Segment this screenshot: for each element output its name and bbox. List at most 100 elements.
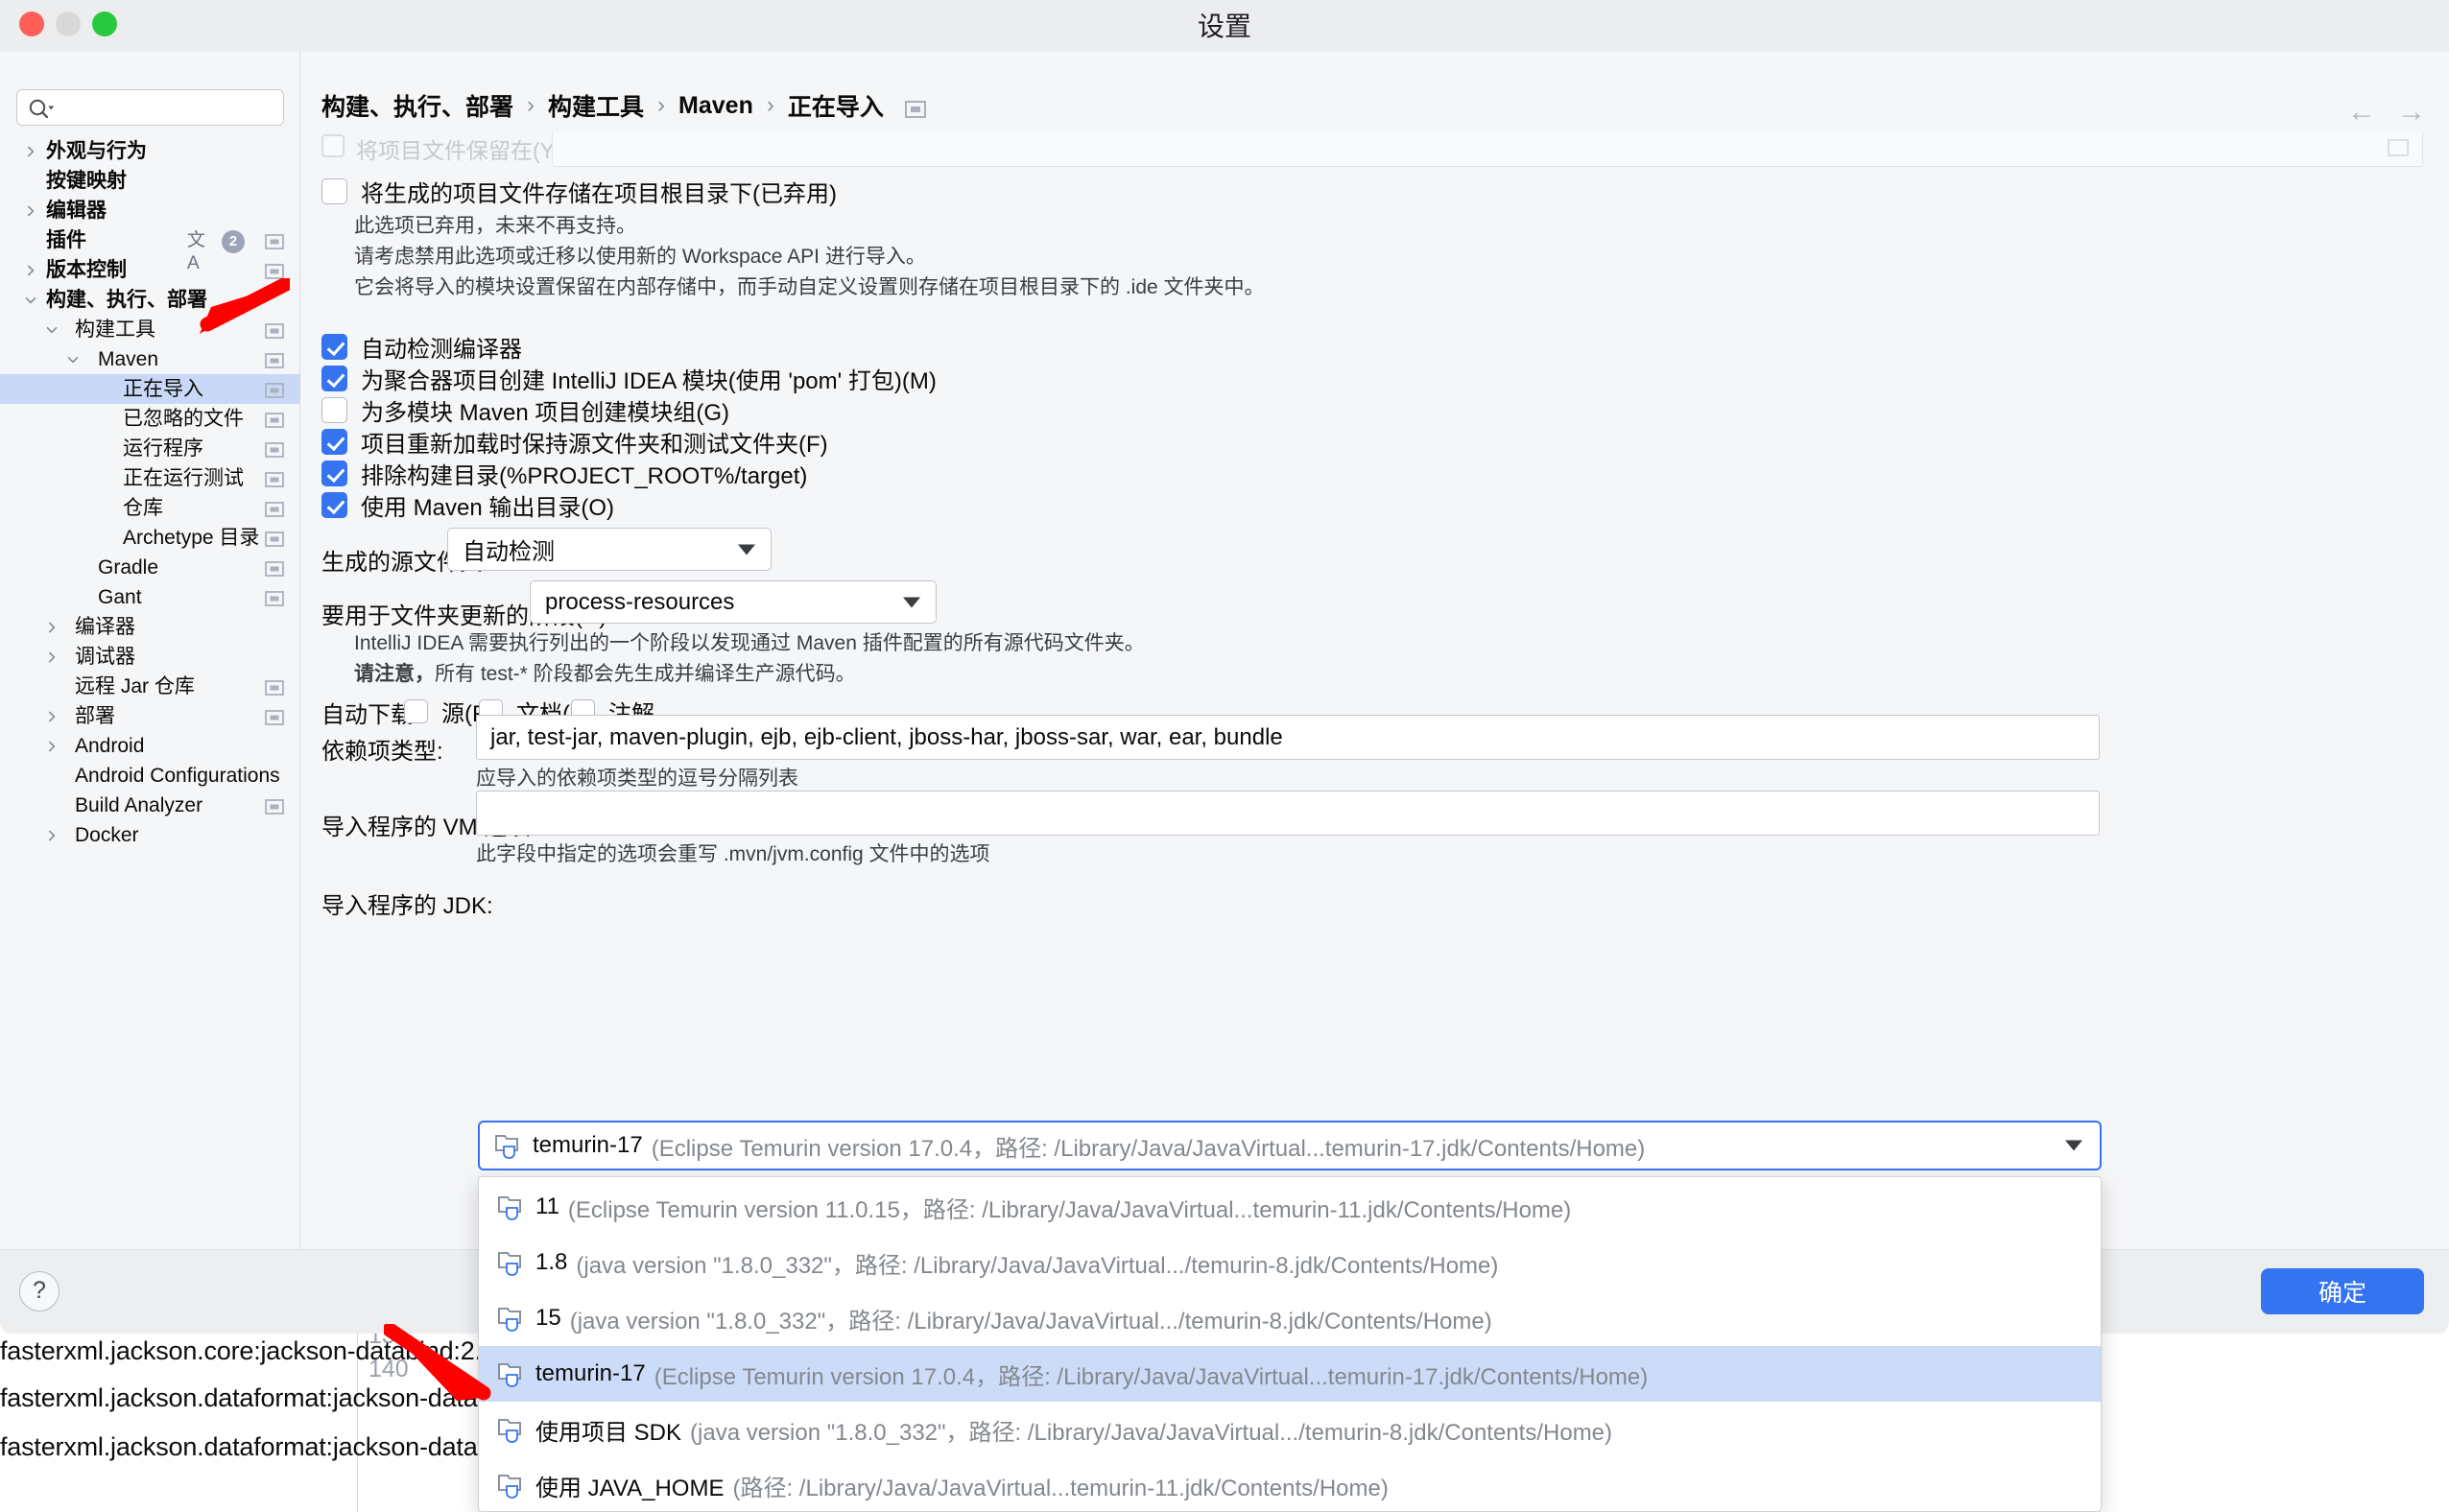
sdk-icon — [496, 1249, 523, 1276]
translate-icon[interactable]: 文A — [187, 229, 212, 273]
jdk-option-1[interactable]: 1.8 (java version "1.8.0_332"，路径: /Librar… — [479, 1235, 2101, 1290]
chevron-right-icon[interactable] — [42, 826, 61, 845]
sidebar-item-12[interactable]: 仓库 — [0, 493, 300, 523]
checkbox-row-store-generated[interactable]: 将生成的项目文件存储在项目根目录下(已弃用) — [321, 175, 837, 208]
clipped-scrolled-row: 将项目文件保留在(Y): — [321, 132, 2423, 167]
settings-sync-icon[interactable] — [265, 530, 284, 547]
sidebar-item-label: 插件 — [46, 229, 86, 251]
checkbox-detect-compiler[interactable] — [321, 334, 347, 360]
settings-sync-icon[interactable] — [265, 500, 284, 517]
settings-sync-icon[interactable] — [265, 440, 284, 458]
jdk-option-2[interactable]: 15 (java version "1.8.0_332"，路径: /Library… — [479, 1290, 2101, 1346]
breadcrumb-segment[interactable]: 构建工具 — [548, 88, 644, 123]
checkbox-download-sources[interactable] — [404, 699, 428, 723]
jdk-option-3[interactable]: temurin-17 (Eclipse Temurin version 17.0.… — [479, 1346, 2101, 1402]
chevron-right-icon[interactable] — [42, 737, 61, 756]
settings-sync-icon[interactable] — [265, 470, 284, 487]
checkbox-store-generated[interactable] — [321, 178, 347, 204]
sidebar-item-20[interactable]: Android — [0, 731, 300, 761]
checkbox-row-use-maven-output[interactable]: 使用 Maven 输出目录(O) — [321, 488, 614, 522]
sidebar-item-1[interactable]: 按键映射 — [0, 166, 300, 196]
breadcrumb-segment[interactable]: 构建、执行、部署 — [321, 88, 513, 123]
clipped-path-field[interactable] — [552, 132, 2423, 167]
checkbox-aggregator-modules[interactable] — [321, 366, 347, 391]
settings-sync-icon[interactable] — [265, 559, 284, 577]
jdk-option-4[interactable]: 使用项目 SDK (java version "1.8.0_332"，路径: /L… — [479, 1402, 2101, 1457]
sidebar-item-21[interactable]: Android Configurations — [0, 761, 300, 791]
vm-options-input[interactable] — [476, 791, 2100, 836]
checkbox-row-detect-compiler[interactable]: 自动检测编译器 — [321, 330, 522, 364]
help-button[interactable]: ? — [19, 1271, 59, 1311]
chevron-right-icon[interactable] — [42, 707, 61, 726]
back-arrow-icon[interactable]: ← — [2347, 98, 2376, 127]
sidebar-item-label: 调试器 — [75, 646, 135, 668]
jdk-combo[interactable]: temurin-17 (Eclipse Temurin version 17.0… — [478, 1121, 2102, 1170]
sidebar-item-4[interactable]: 版本控制 — [0, 255, 300, 285]
sidebar-item-0[interactable]: 外观与行为 — [0, 136, 300, 166]
settings-sync-icon[interactable] — [265, 321, 284, 339]
chevron-down-icon[interactable] — [63, 350, 83, 369]
settings-sync-icon[interactable] — [265, 589, 284, 606]
settings-sync-icon[interactable] — [265, 381, 284, 398]
forward-arrow-icon[interactable]: → — [2397, 98, 2426, 127]
checkbox-module-groups[interactable] — [321, 397, 347, 423]
checkbox-keep-source-folders[interactable] — [321, 429, 347, 455]
checkbox-label: 自动检测编译器 — [361, 337, 522, 363]
sidebar-item-8[interactable]: 正在导入 — [0, 374, 300, 404]
window-snapshot-icon[interactable] — [904, 97, 926, 118]
sidebar-item-13[interactable]: Archetype 目录 — [0, 523, 300, 553]
browse-icon[interactable] — [2388, 139, 2409, 156]
sidebar-item-23[interactable]: Docker — [0, 820, 300, 850]
sidebar-item-10[interactable]: 运行程序 — [0, 434, 300, 463]
settings-sync-icon[interactable] — [265, 262, 284, 279]
clipped-checkbox[interactable] — [321, 134, 345, 157]
settings-sync-icon[interactable] — [265, 411, 284, 428]
dependency-types-input[interactable]: jar, test-jar, maven-plugin, ejb, ejb-cl… — [476, 715, 2100, 760]
settings-sync-icon[interactable] — [265, 351, 284, 368]
chevron-right-icon[interactable] — [21, 142, 40, 161]
sidebar-item-label: 版本控制 — [46, 259, 127, 281]
phase-combo[interactable]: process-resources — [530, 580, 937, 624]
settings-sync-icon[interactable] — [265, 797, 284, 815]
search-input[interactable] — [59, 90, 275, 125]
sidebar-item-19[interactable]: 部署 — [0, 701, 300, 731]
sidebar-item-18[interactable]: 远程 Jar 仓库 — [0, 672, 300, 701]
checkbox-use-maven-output[interactable] — [321, 492, 347, 518]
sidebar-item-6[interactable]: 构建工具 — [0, 315, 300, 344]
settings-sync-icon[interactable] — [265, 678, 284, 696]
breadcrumb-segment[interactable]: 正在导入 — [788, 88, 884, 123]
search-box[interactable] — [16, 89, 284, 126]
jdk-option-5[interactable]: 使用 JAVA_HOME (路径: /Library/Java/JavaVirtu… — [479, 1457, 2101, 1511]
chevron-right-icon[interactable] — [42, 648, 61, 667]
chevron-down-icon — [903, 597, 920, 607]
checkbox-row-exclude-build-dir[interactable]: 排除构建目录(%PROJECT_ROOT%/target) — [321, 457, 807, 490]
breadcrumb-segment[interactable]: Maven — [678, 92, 753, 120]
ok-button[interactable]: 确定 — [2261, 1268, 2424, 1314]
sidebar-item-16[interactable]: 编译器 — [0, 612, 300, 642]
checkbox-row-keep-source-folders[interactable]: 项目重新加载时保持源文件夹和测试文件夹(F) — [321, 425, 828, 459]
jdk-option-0[interactable]: 11 (Eclipse Temurin version 11.0.15，路径: /… — [479, 1179, 2101, 1235]
sidebar-item-14[interactable]: Gradle — [0, 553, 300, 582]
sidebar-item-3[interactable]: 插件 文A 2 — [0, 225, 300, 273]
settings-sync-icon[interactable] — [265, 232, 284, 249]
checkbox-exclude-build-dir[interactable] — [321, 461, 347, 486]
chevron-right-icon[interactable] — [42, 618, 61, 637]
sidebar-item-2[interactable]: 编辑器 — [0, 196, 300, 225]
sidebar-item-5[interactable]: 构建、执行、部署 — [0, 285, 300, 315]
chevron-right-icon[interactable] — [21, 261, 40, 280]
sidebar-item-9[interactable]: 已忽略的文件 — [0, 404, 300, 434]
chevron-down-icon[interactable] — [21, 291, 40, 310]
sidebar-item-7[interactable]: Maven — [0, 344, 300, 374]
settings-sync-icon[interactable] — [265, 708, 284, 725]
sidebar-item-11[interactable]: 正在运行测试 — [0, 463, 300, 493]
jdk-option-desc: (java version "1.8.0_332"，路径: /Library/J… — [690, 1419, 1613, 1446]
checkbox-row-aggregator-modules[interactable]: 为聚合器项目创建 IntelliJ IDEA 模块(使用 'pom' 打包)(M… — [321, 362, 937, 395]
settings-sidebar: 外观与行为 按键映射 编辑器 插件 文A 2 版本控制 构建、执行、部署 构建工具 Maven 正在… — [0, 52, 300, 1334]
chevron-down-icon[interactable] — [42, 320, 61, 340]
chevron-right-icon[interactable] — [21, 201, 40, 221]
sidebar-item-15[interactable]: Gant — [0, 582, 300, 612]
sidebar-item-22[interactable]: Build Analyzer — [0, 791, 300, 820]
generated-sources-combo[interactable]: 自动检测 — [447, 528, 772, 571]
checkbox-row-module-groups[interactable]: 为多模块 Maven 项目创建模块组(G) — [321, 393, 729, 427]
sidebar-item-17[interactable]: 调试器 — [0, 642, 300, 672]
